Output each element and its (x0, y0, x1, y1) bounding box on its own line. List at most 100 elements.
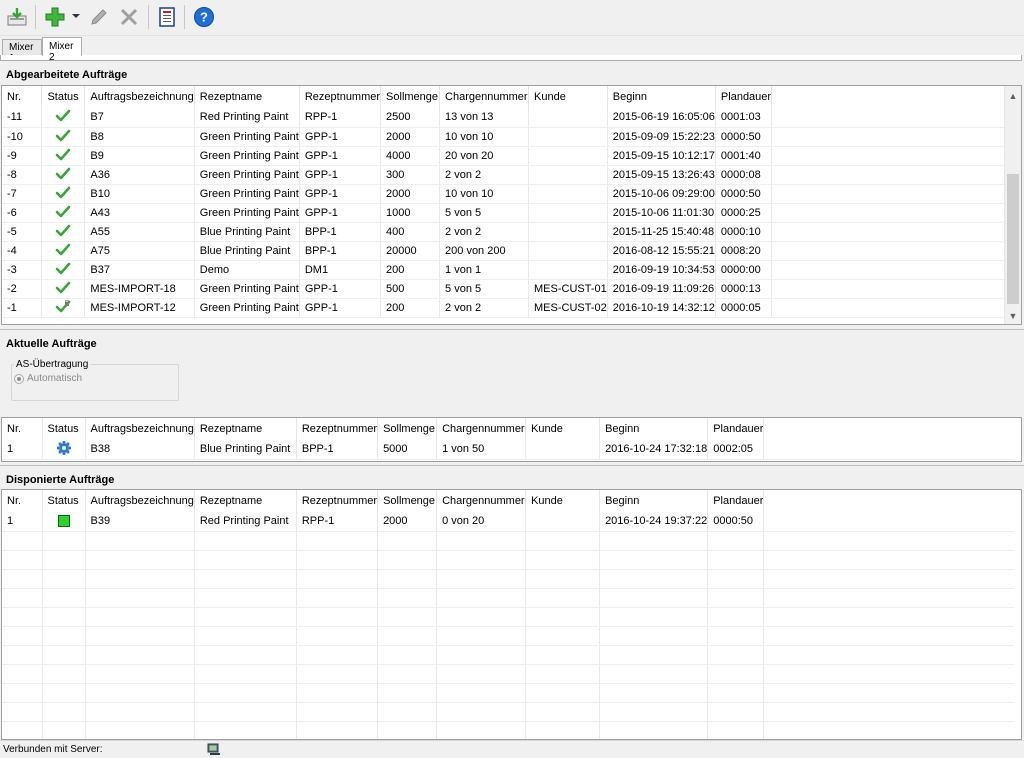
column-header-status[interactable]: Status (41, 86, 86, 108)
cell-start-time: 2016-10-19 14:32:12 (607, 298, 716, 318)
cell-nr: -4 (2, 241, 43, 261)
cell-recipe-name (194, 626, 297, 646)
scroll-down-icon[interactable]: ▼ (1005, 308, 1021, 324)
cell-nr (2, 531, 43, 551)
toolbar-separator (35, 5, 36, 29)
tab-panel (0, 55, 1022, 61)
cell-status (41, 108, 86, 128)
column-header-nr[interactable]: Nr. (2, 490, 43, 512)
column-header-status[interactable]: Status (42, 490, 86, 512)
table-row[interactable]: -10 B8 Green Printing Paint GPP-1 2000 10 von… (2, 127, 1021, 147)
cell-planned-duration: 0000:50 (715, 184, 773, 204)
cell-recipe-name: Green Printing Paint (194, 146, 300, 166)
cell-filler (771, 279, 1021, 299)
column-header-customer[interactable]: Kunde (528, 86, 608, 108)
cell-recipe-number: RPP-1 (296, 512, 379, 532)
column-header-customer[interactable]: Kunde (525, 490, 601, 512)
check-icon (55, 224, 71, 240)
cell-start-time (599, 626, 709, 646)
table-row[interactable]: -8 A36 Green Printing Paint GPP-1 300 2 von 2… (2, 165, 1021, 185)
cell-start-time (599, 721, 709, 739)
cell-recipe-number: RPP-1 (299, 108, 382, 128)
cell-status (42, 512, 86, 532)
status-bar: Verbunden mit Server: (0, 740, 1024, 758)
column-header-recipe-name[interactable]: Rezeptname (194, 418, 297, 440)
table-row[interactable]: 1 B38 Blue Printing Paint BPP-1 5000 1 von 50… (2, 440, 1014, 460)
cell-order-name (85, 683, 195, 703)
cell-status (42, 645, 86, 665)
table-row[interactable]: 1 B39 Red Printing Paint RPP-1 2000 0 von 20 2… (2, 512, 1014, 532)
cell-batch-number: 5 von 5 (439, 279, 530, 299)
column-header-recipe-name[interactable]: Rezeptname (194, 490, 297, 512)
cell-recipe-number (296, 588, 379, 608)
cell-filler (763, 569, 1014, 589)
help-button[interactable]: ? (191, 4, 217, 30)
cell-recipe-number (296, 702, 379, 722)
table-row[interactable]: -7 B10 Green Printing Paint GPP-1 2000 10 von… (2, 184, 1021, 204)
cell-nr (2, 702, 43, 722)
column-header-target-quantity[interactable]: Sollmenge (380, 86, 441, 108)
column-header-target-quantity[interactable]: Sollmenge (377, 490, 438, 512)
add-button[interactable] (42, 4, 68, 30)
chevron-down-icon[interactable] (72, 14, 80, 18)
column-header-batch-number[interactable]: Chargennummer (436, 490, 527, 512)
cell-order-name: B10 (84, 184, 195, 204)
column-header-planned-duration[interactable]: Plandauer (715, 86, 773, 108)
delete-button[interactable] (116, 4, 142, 30)
table-row[interactable]: -6 A43 Green Printing Paint GPP-1 1000 5 von … (2, 203, 1021, 223)
column-header-recipe-number[interactable]: Rezeptnummer (296, 490, 379, 512)
column-header-planned-duration[interactable]: Plandauer (707, 490, 765, 512)
cell-start-time (599, 645, 709, 665)
check-icon (55, 167, 71, 183)
import-button[interactable] (4, 4, 30, 30)
table-row[interactable]: -4 A75 Blue Printing Paint BPP-1 20000 200 vo… (2, 241, 1021, 261)
scheduled-header-row: Nr. Status Auftragsbezeichnung Rezeptname Re… (2, 490, 1014, 512)
column-header-order-name[interactable]: Auftragsbezeichnung (84, 86, 195, 108)
column-header-batch-number[interactable]: Chargennummer (436, 418, 527, 440)
table-row[interactable]: -5 A55 Blue Printing Paint BPP-1 400 2 von 2 2… (2, 222, 1021, 242)
column-header-start-time[interactable]: Beginn (607, 86, 716, 108)
column-header-customer[interactable]: Kunde (525, 418, 601, 440)
cell-nr: -6 (2, 203, 43, 223)
tab-mixer-2[interactable]: Mixer 2 (42, 37, 82, 63)
table-row[interactable]: -3 B37 Demo DM1 200 1 von 1 2016-09-19 10:34:5… (2, 260, 1021, 280)
vertical-scrollbar[interactable]: ▲ ▼ (1004, 86, 1021, 324)
column-header-planned-duration[interactable]: Plandauer (707, 418, 765, 440)
automatic-radio[interactable]: Automatisch (14, 373, 82, 384)
cell-recipe-name (194, 664, 297, 684)
column-header-batch-number[interactable]: Chargennummer (439, 86, 530, 108)
cell-batch-number: 13 von 13 (439, 108, 530, 128)
column-header-start-time[interactable]: Beginn (599, 490, 709, 512)
table-row[interactable]: -11 B7 Red Printing Paint RPP-1 2500 13 von 1… (2, 108, 1021, 128)
cell-recipe-name: Green Printing Paint (194, 184, 300, 204)
scrollbar-thumb[interactable] (1007, 174, 1019, 304)
tab-mixer-1[interactable]: Mixer 1 (2, 39, 42, 64)
cell-recipe-number (296, 607, 379, 627)
column-header-order-name[interactable]: Auftragsbezeichnung (85, 490, 195, 512)
edit-button[interactable] (86, 4, 112, 30)
cell-recipe-name: Blue Printing Paint (194, 241, 300, 261)
column-header-recipe-name[interactable]: Rezeptname (194, 86, 300, 108)
cell-planned-duration (707, 607, 765, 627)
column-header-recipe-number[interactable]: Rezeptnummer (299, 86, 382, 108)
completed-orders-heading: Abgearbeitete Aufträge (0, 63, 1024, 85)
report-button[interactable] (154, 4, 180, 30)
scroll-up-icon[interactable]: ▲ (1005, 88, 1021, 104)
column-header-status[interactable]: Status (42, 418, 86, 440)
table-row[interactable]: -2 MES-IMPORT-18 Green Printing Paint GPP-1… (2, 279, 1021, 299)
empty-row (2, 550, 1014, 570)
cell-batch-number (436, 683, 527, 703)
column-header-target-quantity[interactable]: Sollmenge (377, 418, 438, 440)
column-header-nr[interactable]: Nr. (2, 418, 43, 440)
column-header-order-name[interactable]: Auftragsbezeichnung (85, 418, 195, 440)
cell-filler (771, 108, 1021, 128)
cell-target-quantity: 500 (380, 279, 441, 299)
table-row[interactable]: -1 MES-IMPORT-12 Green Printing Paint GPP-1… (2, 298, 1021, 318)
column-header-recipe-number[interactable]: Rezeptnummer (296, 418, 379, 440)
cell-recipe-name: Blue Printing Paint (194, 222, 300, 242)
table-row[interactable]: -9 B9 Green Printing Paint GPP-1 4000 20 von … (2, 146, 1021, 166)
cell-order-name: B38 (85, 440, 195, 460)
column-header-nr[interactable]: Nr. (2, 86, 43, 108)
column-header-start-time[interactable]: Beginn (599, 418, 709, 440)
cell-planned-duration: 0000:00 (715, 260, 773, 280)
